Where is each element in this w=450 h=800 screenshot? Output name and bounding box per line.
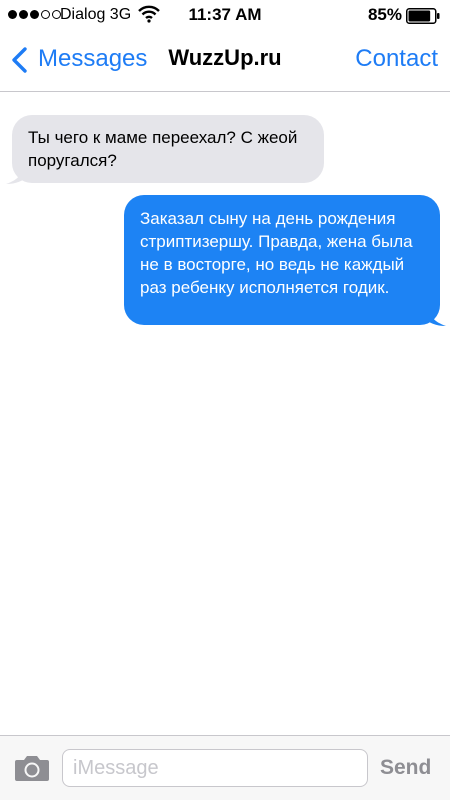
battery-percent: 85% [367,5,402,24]
nav-bar: Messages WuzzUp.ru Contact [0,30,450,92]
contact-button[interactable]: Contact [355,45,438,73]
composer-bar: iMessage Send [0,735,450,800]
status-bar: Dialog 3G 11:37 AM 85% [0,0,450,30]
send-button[interactable]: Send [380,756,431,780]
battery-icon [406,8,440,24]
outgoing-message-bubble[interactable]: Заказал сыну на день рождения стриптизер… [124,195,440,325]
message-thread[interactable]: Ты чего к маме переехал? С жеой поругалс… [0,93,450,733]
message-input[interactable]: iMessage [62,749,368,787]
incoming-message-bubble[interactable]: Ты чего к маме переехал? С жеой поругалс… [12,115,324,183]
camera-icon[interactable] [14,754,50,782]
